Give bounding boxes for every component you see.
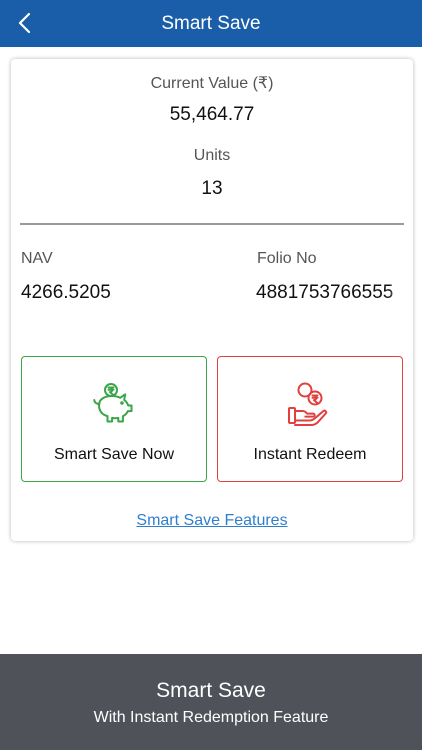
- nav-value: 4266.5205: [21, 282, 111, 303]
- units-label: Units: [193, 147, 231, 164]
- page-title: Smart Save: [161, 13, 261, 34]
- nav-label: NAV: [21, 250, 53, 267]
- divider: [20, 223, 404, 225]
- app-header: Smart Save: [0, 0, 422, 47]
- smart-save-now-label: Smart Save Now: [53, 446, 175, 463]
- smart-save-now-button[interactable]: Smart Save Now: [21, 356, 207, 482]
- folio-label: Folio No: [257, 250, 317, 267]
- smart-save-features-link[interactable]: Smart Save Features: [11, 512, 413, 530]
- promo-footer: Smart Save With Instant Redemption Featu…: [0, 654, 422, 750]
- folio-value: 4881753766555: [256, 282, 394, 303]
- instant-redeem-button[interactable]: Instant Redeem: [217, 356, 403, 482]
- piggy-bank-icon: [93, 383, 133, 423]
- smart-save-card: Current Value (₹) 55,464.77 Units 13 NAV…: [11, 59, 413, 541]
- footer-subtitle: With Instant Redemption Feature: [93, 709, 329, 726]
- units-value: 13: [201, 178, 223, 199]
- folio-fade: [389, 282, 403, 310]
- folio-value-container: 4881753766555: [256, 282, 403, 310]
- hand-coins-icon: [288, 382, 328, 426]
- current-value-label: Current Value (₹): [150, 75, 274, 92]
- instant-redeem-label: Instant Redeem: [253, 446, 367, 463]
- footer-title: Smart Save: [156, 679, 266, 702]
- current-value: 55,464.77: [169, 104, 255, 125]
